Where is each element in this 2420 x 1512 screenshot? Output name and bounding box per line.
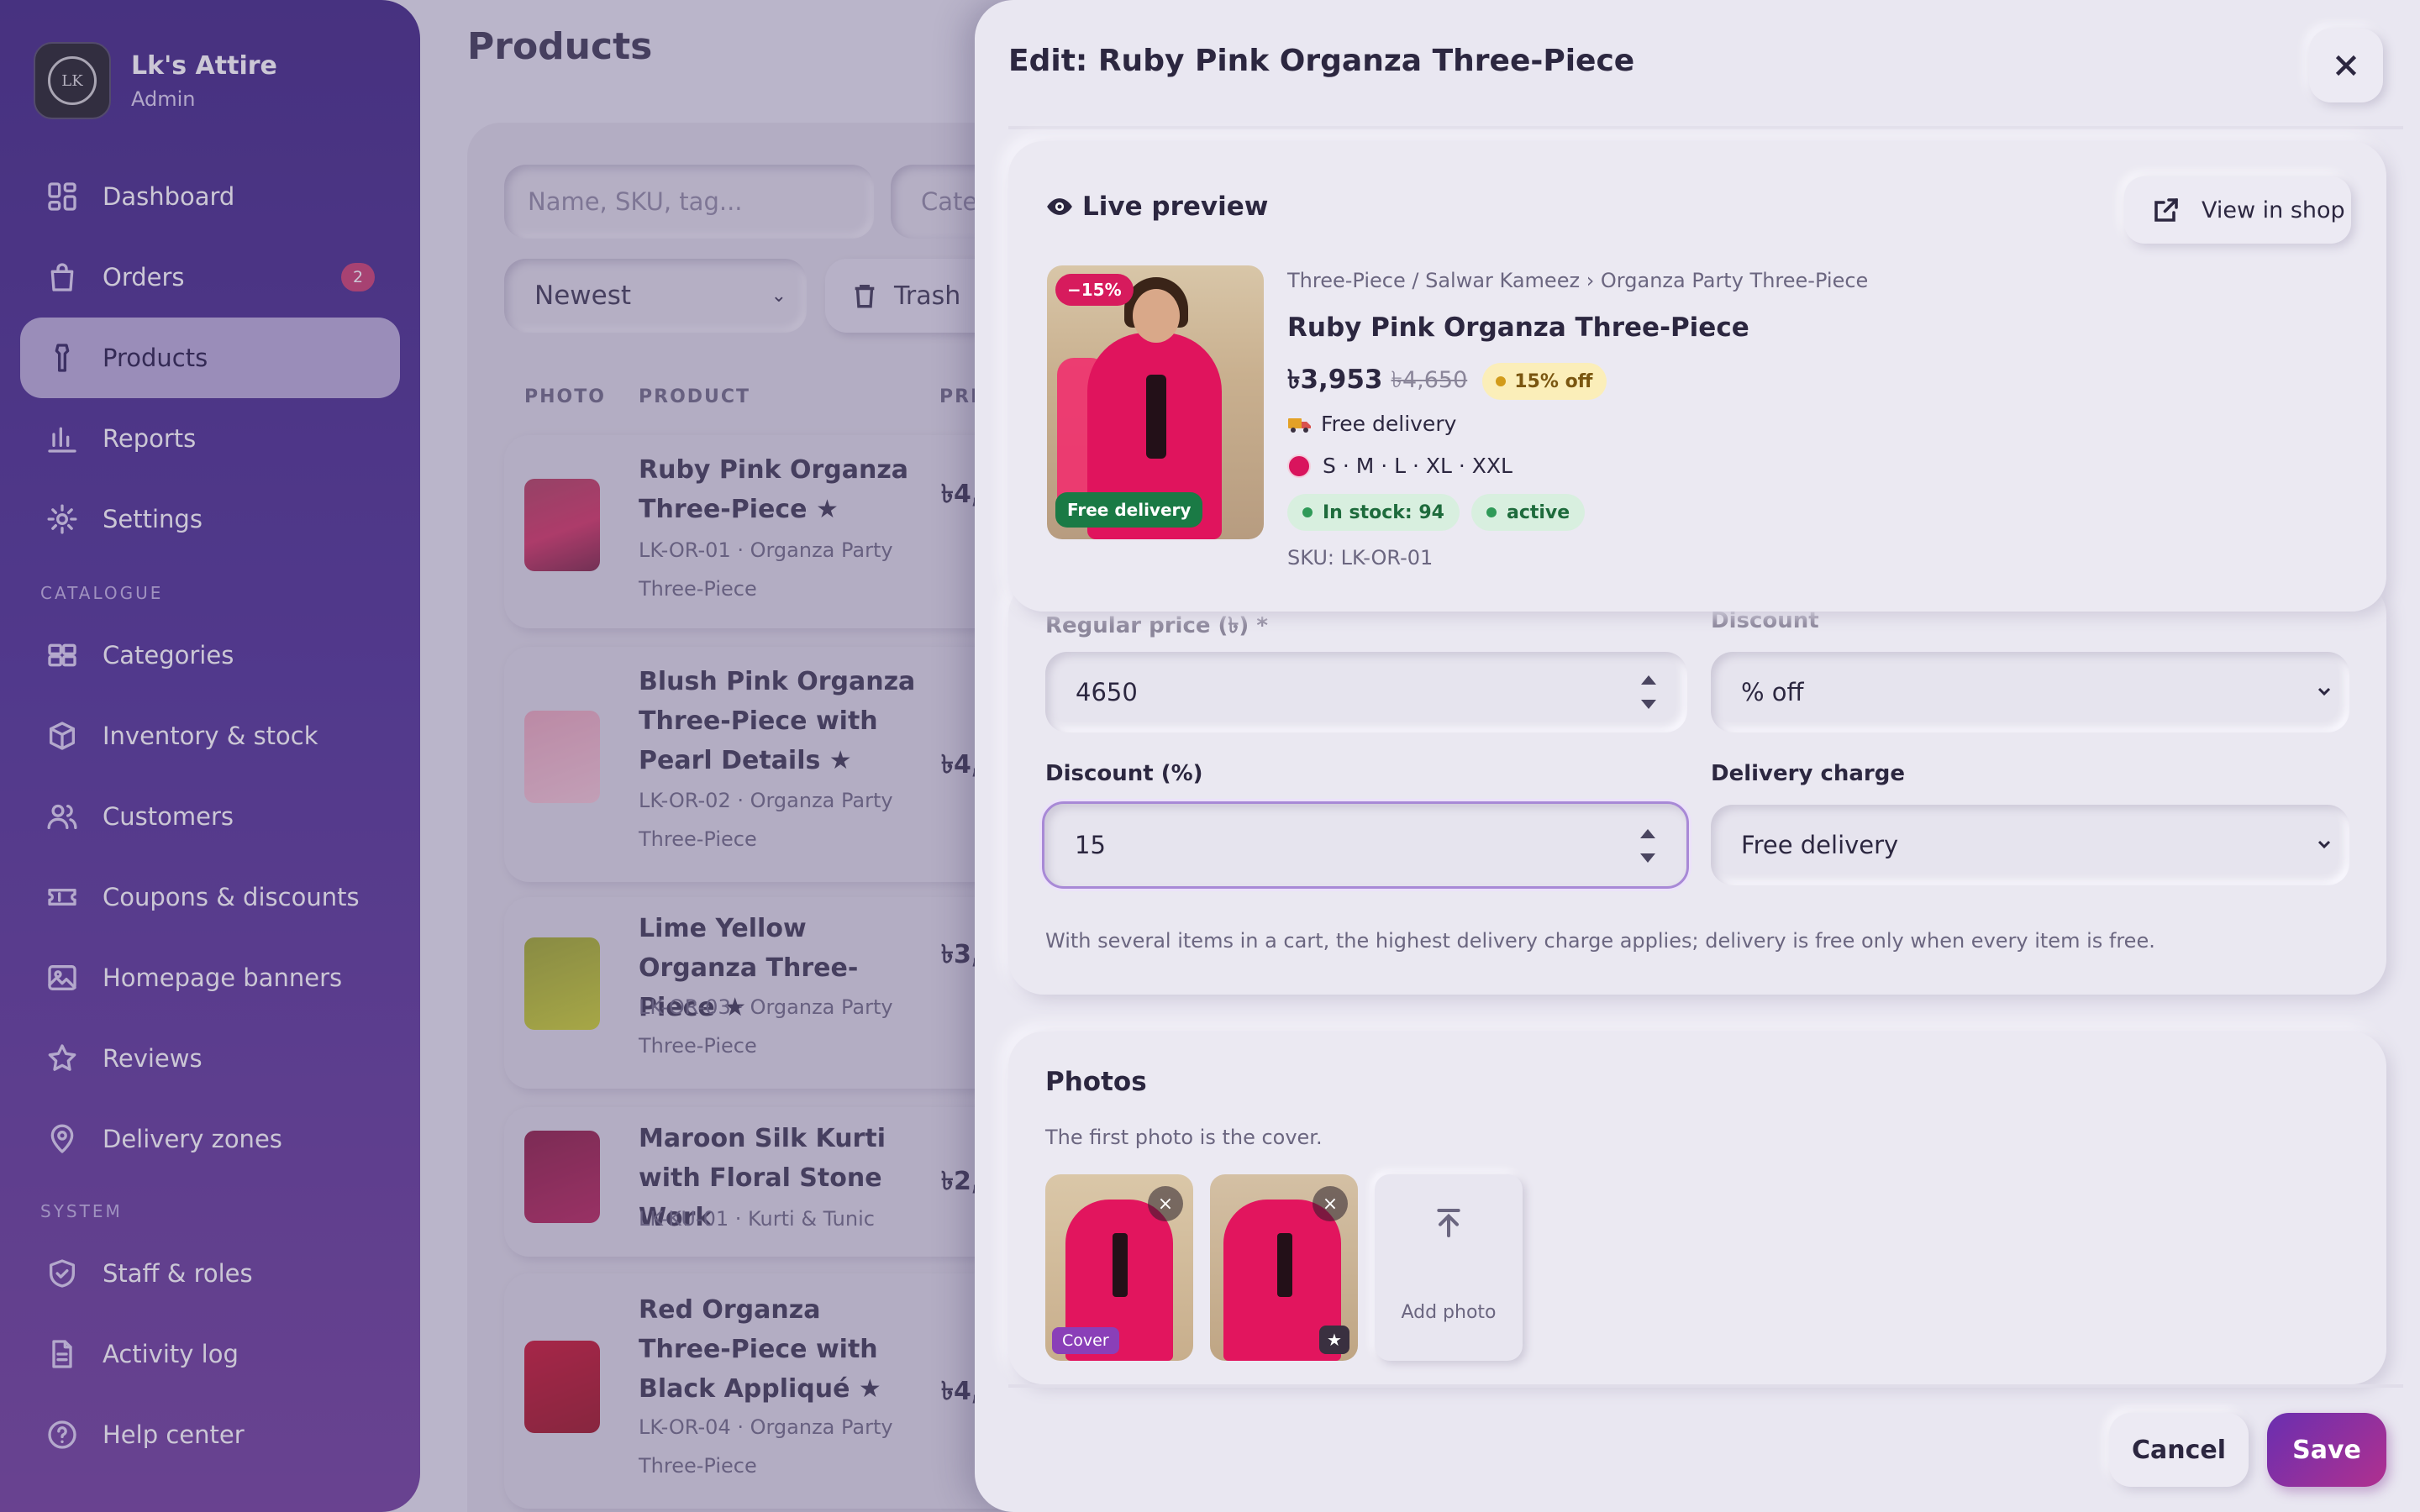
sizes-info: S · M · L · XL · XXL: [1287, 454, 1512, 478]
status-pills: In stock: 94 active: [1287, 494, 1597, 531]
status-badge: active: [1470, 494, 1586, 531]
view-in-shop-button[interactable]: View in shop: [2124, 176, 2351, 244]
regular-price-input[interactable]: 4650: [1045, 652, 1687, 732]
drawer-title: Edit: Ruby Pink Organza Three-Piece: [1008, 44, 1635, 78]
delivery-help-text: With several items in a cart, the highes…: [1045, 929, 2155, 953]
sale-price: ৳3,953: [1287, 365, 1383, 395]
discount-percent-label: Discount (%): [1045, 761, 1203, 786]
sku-text: SKU: LK-OR-01: [1287, 546, 1434, 570]
set-cover-button[interactable]: ★: [1319, 1326, 1349, 1354]
chevron-down-icon: [2314, 832, 2341, 858]
chevron-down-icon: [2314, 679, 2341, 706]
delivery-text: Free delivery: [1321, 412, 1457, 436]
number-stepper[interactable]: [1639, 829, 1656, 863]
add-photo-button[interactable]: Add photo: [1375, 1174, 1523, 1361]
preview-product-name: Ruby Pink Organza Three-Piece: [1287, 312, 1749, 343]
delivery-charge-select[interactable]: Free delivery: [1711, 805, 2349, 885]
discount-type-select[interactable]: % off: [1711, 652, 2349, 732]
regular-price-label: Regular price (৳) *: [1045, 613, 1268, 638]
stock-badge: In stock: 94: [1287, 494, 1460, 531]
close-icon: [2335, 55, 2357, 76]
regular-price-value: 4650: [1076, 678, 1138, 706]
discount-type-label: Discount: [1711, 608, 1819, 633]
discount-percent-value: 15: [1075, 831, 1106, 859]
number-stepper[interactable]: [1640, 675, 1657, 709]
photo-thumbnail[interactable]: × ★: [1210, 1174, 1358, 1361]
discount-percent-input[interactable]: 15: [1042, 801, 1689, 889]
divider: [1008, 126, 2403, 129]
view-in-shop-label: View in shop: [2202, 197, 2345, 223]
remove-photo-button[interactable]: ×: [1313, 1186, 1348, 1221]
free-delivery-badge: Free delivery: [1055, 492, 1203, 528]
save-button[interactable]: Save: [2267, 1413, 2386, 1487]
external-link-icon: [2154, 198, 2178, 222]
upload-icon: [1437, 1209, 1460, 1237]
cancel-button[interactable]: Cancel: [2109, 1413, 2249, 1487]
delivery-charge-label: Delivery charge: [1711, 761, 1905, 786]
close-button[interactable]: [2309, 29, 2383, 102]
photos-title: Photos: [1045, 1067, 1147, 1097]
delivery-charge-value: Free delivery: [1741, 831, 1899, 859]
discount-badge: −15%: [1055, 274, 1134, 306]
delivery-info: Free delivery: [1287, 412, 1456, 436]
breadcrumb: Three-Piece / Salwar Kameez › Organza Pa…: [1287, 269, 1869, 292]
photo-thumbnail[interactable]: × Cover: [1045, 1174, 1193, 1361]
add-photo-label: Add photo: [1401, 1302, 1497, 1323]
cover-tag: Cover: [1052, 1327, 1119, 1354]
discount-type-value: % off: [1741, 678, 1804, 706]
color-swatch: [1287, 454, 1311, 478]
price-line: ৳3,953 ৳4,650 15% off: [1287, 360, 1607, 403]
eye-icon: [1047, 198, 1072, 215]
divider: [1008, 1384, 2403, 1388]
original-price: ৳4,650: [1391, 366, 1468, 393]
remove-photo-button[interactable]: ×: [1148, 1186, 1183, 1221]
live-preview-title: Live preview: [1045, 192, 1268, 222]
truck-icon: [1288, 417, 1311, 433]
photos-subtitle: The first photo is the cover.: [1045, 1126, 1323, 1149]
sizes-text: S · M · L · XL · XXL: [1323, 454, 1512, 478]
live-preview-label: Live preview: [1082, 192, 1269, 222]
discount-pill: 15% off: [1482, 363, 1607, 400]
